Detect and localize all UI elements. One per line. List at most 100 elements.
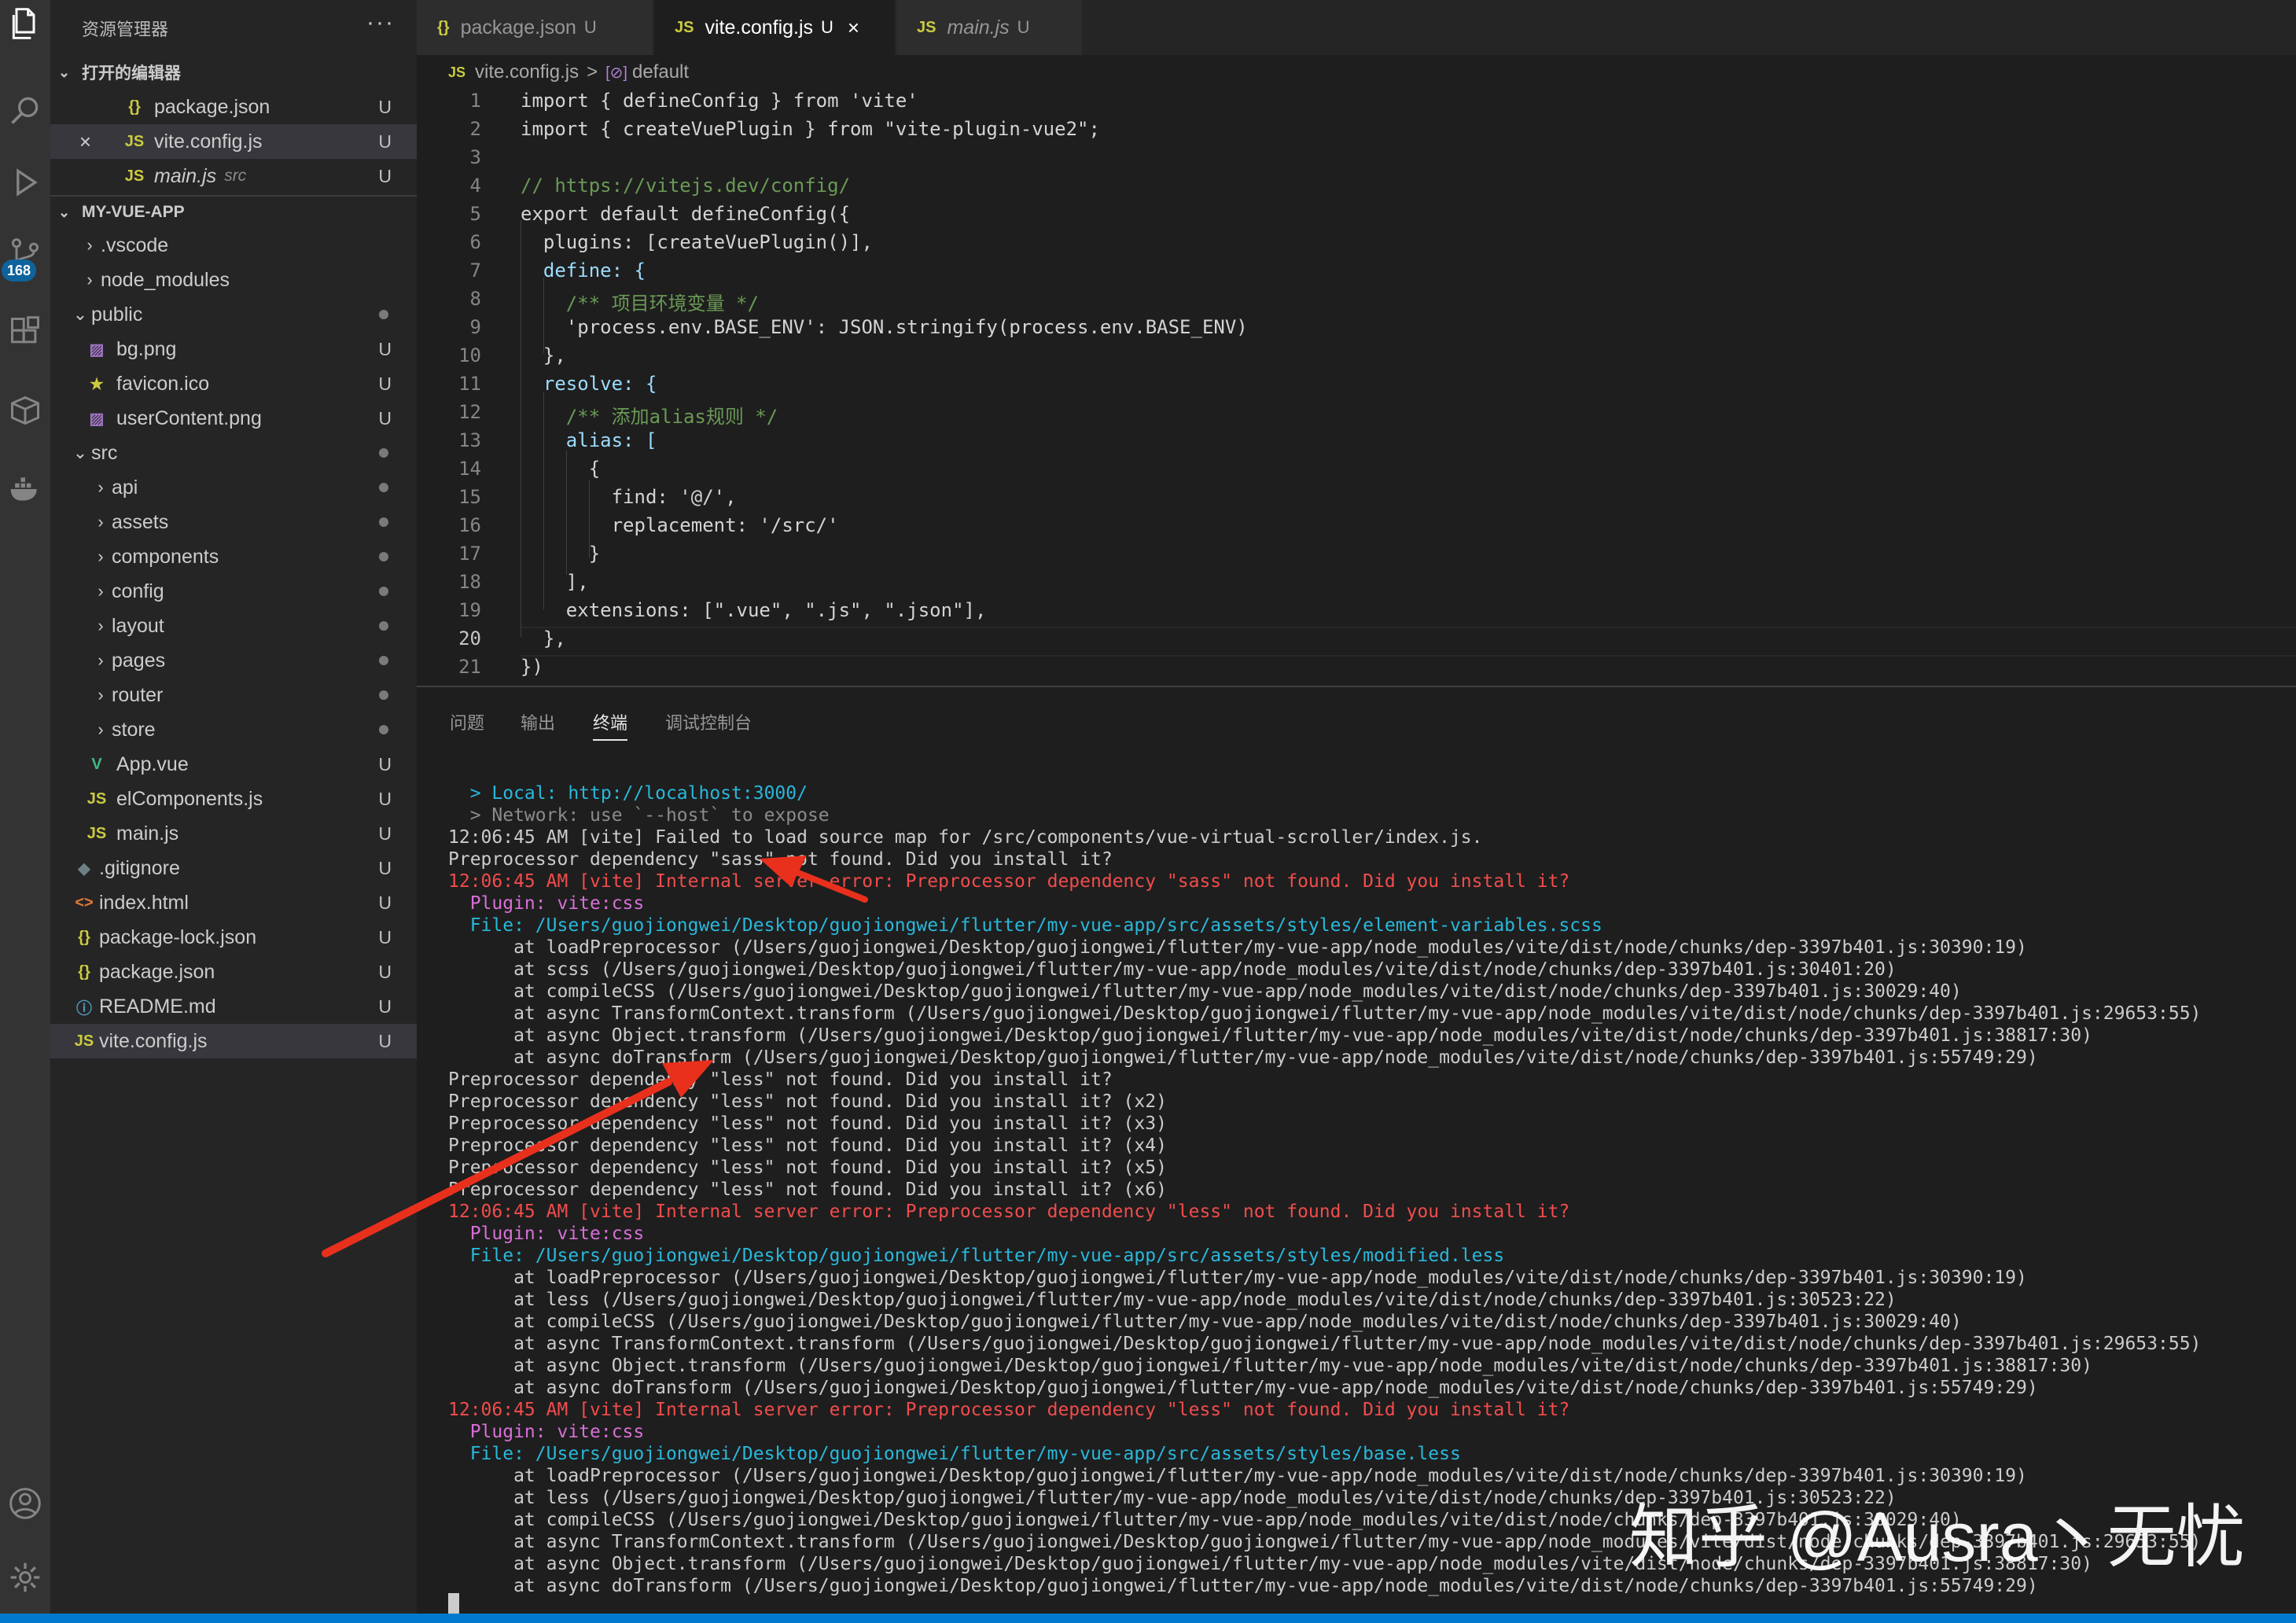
tree-folder[interactable]: ⌄ public bbox=[50, 297, 417, 332]
tab-debug-console[interactable]: 调试控制台 bbox=[665, 709, 752, 734]
code-line: alias: [ bbox=[521, 429, 657, 451]
bottom-panel: 问题 输出 终端 调试控制台 > Local: http://localhost… bbox=[417, 686, 2296, 1615]
line-number: 17 bbox=[458, 543, 481, 565]
line-number: 3 bbox=[469, 146, 481, 168]
open-editors-header[interactable]: ⌄ 打开的编辑器 bbox=[50, 57, 417, 88]
tree-file[interactable]: V App.vue U bbox=[50, 747, 417, 782]
chevron-right-icon: › bbox=[98, 512, 104, 532]
line-number: 18 bbox=[458, 571, 481, 593]
terminal-line: Preprocessor dependency "less" not found… bbox=[448, 1069, 1113, 1090]
tree-folder[interactable]: › .vscode bbox=[50, 228, 417, 263]
line-number: 16 bbox=[458, 514, 481, 536]
tree-file[interactable]: {} package-lock.json U bbox=[50, 920, 417, 955]
terminal-line: Preprocessor dependency "less" not found… bbox=[448, 1135, 1167, 1156]
terminal-line: Preprocessor dependency "less" not found… bbox=[448, 1180, 1167, 1200]
source-control-badge: 168 bbox=[2, 259, 36, 282]
run-debug-icon[interactable] bbox=[0, 165, 50, 200]
tab-vite-config[interactable]: JS vite.config.js U × bbox=[654, 0, 896, 55]
terminal-line: at async Object.transform (/Users/guojio… bbox=[448, 1356, 2092, 1376]
code-line: }, bbox=[521, 344, 566, 366]
more-actions-icon[interactable]: ··· bbox=[366, 9, 395, 36]
line-number: 7 bbox=[469, 259, 481, 282]
js-file-icon: JS bbox=[86, 789, 107, 808]
tree-file[interactable]: JS vite.config.js U bbox=[50, 1024, 417, 1058]
code-line: plugins: [createVuePlugin()], bbox=[521, 231, 873, 253]
tree-folder[interactable]: › layout bbox=[50, 609, 417, 643]
tab-output[interactable]: 输出 bbox=[521, 709, 555, 734]
tab-main-js[interactable]: JS main.js U bbox=[896, 0, 1083, 55]
terminal-cursor bbox=[448, 1593, 459, 1614]
tree-folder[interactable]: › node_modules bbox=[50, 263, 417, 297]
line-number: 13 bbox=[458, 429, 481, 451]
open-editor-item[interactable]: JS main.js src U bbox=[50, 159, 417, 193]
line-number: 4 bbox=[469, 175, 481, 197]
js-file-icon: JS bbox=[124, 132, 145, 150]
json-file-icon: {} bbox=[437, 18, 450, 36]
tree-file[interactable]: {} package.json U bbox=[50, 955, 417, 989]
tree-file[interactable]: JS elComponents.js U bbox=[50, 782, 417, 816]
breadcrumb: JS vite.config.js > [⊘] default bbox=[448, 61, 690, 83]
line-number: 2 bbox=[469, 118, 481, 140]
terminal-line: 12:06:45 AM [vite] Internal server error… bbox=[448, 1400, 1570, 1420]
tree-folder[interactable]: › pages bbox=[50, 643, 417, 678]
gear-icon[interactable] bbox=[0, 1560, 50, 1595]
tree-file[interactable]: ◆ .gitignore U bbox=[50, 851, 417, 885]
tree-file[interactable]: ▨ bg.png U bbox=[50, 332, 417, 366]
tab-package-json[interactable]: {} package.json U bbox=[417, 0, 653, 55]
json-file-icon: {} bbox=[128, 98, 141, 116]
chevron-right-icon: › bbox=[98, 547, 104, 566]
terminal-line: 12:06:45 AM [vite] Internal server error… bbox=[448, 871, 1570, 892]
line-number: 5 bbox=[469, 203, 481, 225]
terminal-line: at compileCSS (/Users/guojiongwei/Deskto… bbox=[448, 1312, 1962, 1332]
tab-problems[interactable]: 问题 bbox=[450, 709, 484, 734]
project-header[interactable]: ⌄ MY-VUE-APP bbox=[50, 197, 417, 228]
tree-file[interactable]: JS main.js U bbox=[50, 816, 417, 851]
chevron-down-icon: ⌄ bbox=[72, 304, 88, 324]
code-line: find: '@/', bbox=[521, 486, 737, 508]
close-icon[interactable]: × bbox=[50, 130, 91, 154]
package-box-icon[interactable] bbox=[0, 393, 50, 428]
line-number: 21 bbox=[458, 656, 481, 678]
js-file-icon: JS bbox=[124, 167, 145, 185]
account-icon[interactable] bbox=[0, 1486, 50, 1521]
tree-folder[interactable]: › components bbox=[50, 539, 417, 574]
tree-file[interactable]: ▨ userContent.png U bbox=[50, 401, 417, 436]
image-file-icon: ▨ bbox=[89, 340, 105, 359]
tree-folder[interactable]: › assets bbox=[50, 505, 417, 539]
tree-folder[interactable]: › api bbox=[50, 470, 417, 505]
code-editor[interactable]: 1 2 3 4 5 6 7 8 9 10 11 12 13 14 15 16 1… bbox=[417, 86, 2296, 686]
tab-terminal[interactable]: 终端 bbox=[593, 709, 628, 741]
docker-icon[interactable] bbox=[0, 472, 50, 506]
chevron-right-icon: › bbox=[98, 650, 104, 670]
tree-folder[interactable]: › config bbox=[50, 574, 417, 609]
close-icon[interactable]: × bbox=[848, 16, 859, 40]
tree-folder[interactable]: › store bbox=[50, 712, 417, 747]
editor-tab-bar: {} package.json U JS vite.config.js U × … bbox=[417, 0, 2296, 55]
terminal-line: > Local: http://localhost:3000/ bbox=[448, 783, 808, 804]
breadcrumb-symbol[interactable]: default bbox=[632, 61, 689, 83]
extensions-icon[interactable] bbox=[0, 315, 50, 349]
search-icon[interactable] bbox=[0, 93, 50, 127]
open-editor-item[interactable]: {} package.json U bbox=[50, 90, 417, 124]
modified-dot bbox=[379, 725, 388, 734]
modified-dot bbox=[379, 310, 388, 319]
chevron-right-icon: › bbox=[98, 719, 104, 739]
git-file-icon: ◆ bbox=[78, 859, 90, 878]
open-editor-item[interactable]: × JS vite.config.js U bbox=[50, 124, 417, 159]
tree-folder[interactable]: › router bbox=[50, 678, 417, 712]
terminal-line: File: /Users/guojiongwei/Desktop/guojion… bbox=[448, 1246, 1505, 1266]
js-file-icon: JS bbox=[86, 824, 107, 842]
chevron-down-icon: ⌄ bbox=[72, 443, 88, 462]
tree-file[interactable]: <> index.html U bbox=[50, 885, 417, 920]
breadcrumb-file[interactable]: vite.config.js bbox=[475, 61, 579, 83]
code-line: extensions: [".vue", ".js", ".json"], bbox=[521, 599, 987, 621]
tree-file[interactable]: ⓘ README.md U bbox=[50, 989, 417, 1024]
line-number: 8 bbox=[469, 288, 481, 310]
explorer-icon[interactable] bbox=[0, 6, 50, 41]
tree-folder[interactable]: ⌄ src bbox=[50, 436, 417, 470]
code-line: import { createVuePlugin } from "vite-pl… bbox=[521, 118, 1100, 140]
terminal-line: File: /Users/guojiongwei/Desktop/guojion… bbox=[448, 915, 1602, 936]
star-icon: ★ bbox=[90, 375, 104, 393]
activity-bar: 168 bbox=[0, 0, 50, 1614]
tree-file[interactable]: ★ favicon.ico U bbox=[50, 366, 417, 401]
